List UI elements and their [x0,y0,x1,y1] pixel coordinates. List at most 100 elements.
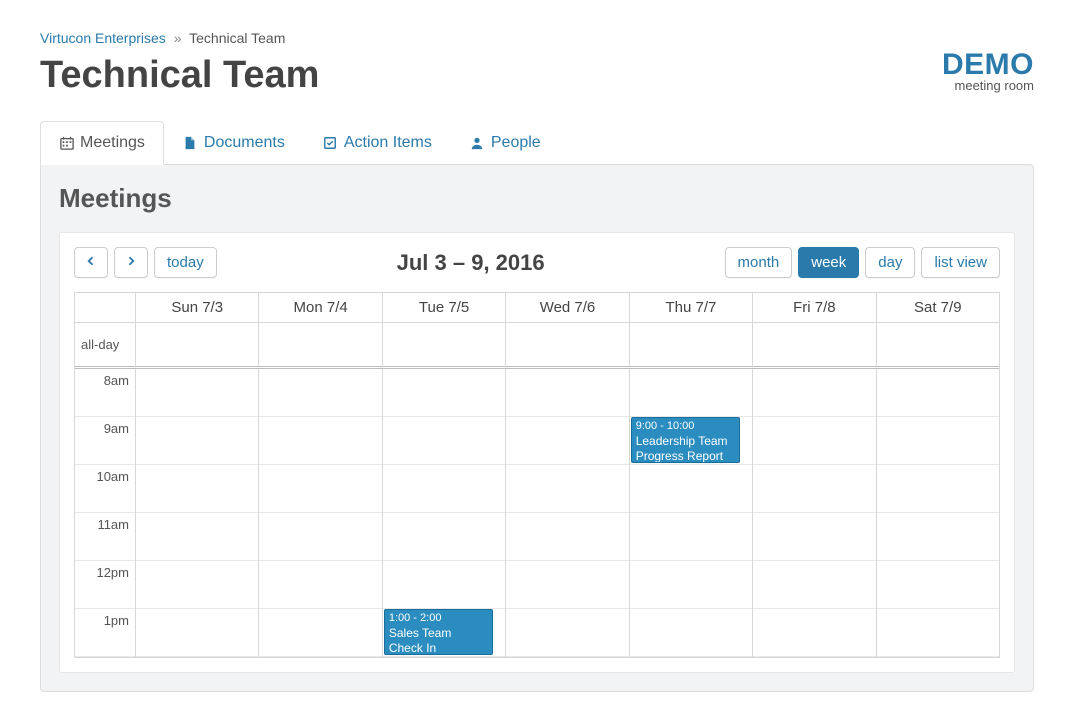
calendar: today Jul 3 – 9, 2016 month week day lis… [59,232,1015,673]
day-col-fri[interactable] [752,369,875,657]
file-icon [183,136,198,151]
time-slot-cell[interactable] [506,417,628,465]
tab-label: People [491,134,541,152]
time-slot-cell[interactable] [753,609,875,657]
day-col-wed[interactable] [505,369,628,657]
time-slot-cell[interactable] [259,609,381,657]
time-slot-cell[interactable] [630,465,752,513]
day-header: Fri 7/8 [752,293,875,323]
time-slot-cell[interactable] [506,465,628,513]
time-slot-cell[interactable] [877,465,999,513]
time-slot-cell[interactable] [506,369,628,417]
today-button[interactable]: today [154,247,217,278]
allday-cell[interactable] [629,323,752,369]
day-header: Mon 7/4 [258,293,381,323]
time-slot-cell[interactable] [259,561,381,609]
logo-text: DEMO [942,48,1034,82]
allday-cell[interactable] [135,323,258,369]
time-slot-cell[interactable] [506,513,628,561]
tab-bar: Meetings Documents Action Items People [40,121,1034,165]
time-slot-cell[interactable] [753,561,875,609]
allday-cell[interactable] [876,323,999,369]
checklist-icon [323,136,338,151]
time-label: 8am [75,369,135,417]
time-slot-cell[interactable] [877,561,999,609]
time-slot-cell[interactable] [383,561,505,609]
breadcrumb-root-link[interactable]: Virtucon Enterprises [40,30,166,46]
time-slot-cell[interactable] [136,561,258,609]
view-month-button[interactable]: month [725,247,793,278]
time-slot-cell[interactable] [259,465,381,513]
allday-cell[interactable] [752,323,875,369]
time-slot-cell[interactable] [136,609,258,657]
time-slot-cell[interactable] [506,609,628,657]
day-col-sat[interactable] [876,369,999,657]
day-header: Tue 7/5 [382,293,505,323]
view-list-button[interactable]: list view [921,247,1000,278]
tab-action-items[interactable]: Action Items [304,121,451,165]
tab-label: Meetings [80,134,145,152]
time-slot-cell[interactable] [259,417,381,465]
day-header: Sat 7/9 [876,293,999,323]
time-slot-cell[interactable] [383,513,505,561]
time-slot-cell[interactable] [877,417,999,465]
breadcrumb-current: Technical Team [189,30,285,46]
time-slot-cell[interactable] [136,369,258,417]
tab-meetings[interactable]: Meetings [40,121,164,165]
calendar-title: Jul 3 – 9, 2016 [397,250,545,276]
time-label: 9am [75,417,135,465]
view-switcher: month week day list view [725,247,1000,278]
time-slot-cell[interactable] [753,465,875,513]
view-day-button[interactable]: day [865,247,915,278]
calendar-event[interactable]: 1:00 - 2:00Sales Team Check In [384,609,493,655]
time-slot-cell[interactable] [630,561,752,609]
axis-corner [75,293,135,323]
chevron-left-icon [85,255,97,267]
allday-cell[interactable] [258,323,381,369]
calendar-event[interactable]: 9:00 - 10:00Leadership Team Progress Rep… [631,417,740,463]
time-slot-cell[interactable] [136,465,258,513]
time-slot-cell[interactable] [877,609,999,657]
next-button[interactable] [114,247,148,278]
day-col-tue[interactable]: 1:00 - 2:00Sales Team Check In [382,369,505,657]
allday-cell[interactable] [505,323,628,369]
time-slot-cell[interactable] [259,513,381,561]
day-col-thu[interactable]: 9:00 - 10:00Leadership Team Progress Rep… [629,369,752,657]
time-slot-cell[interactable] [136,513,258,561]
time-slot-cell[interactable] [259,369,381,417]
logo: DEMO meeting room [942,48,1034,93]
allday-cell[interactable] [382,323,505,369]
event-time: 1:00 - 2:00 [389,612,488,626]
time-slot-cell[interactable] [753,513,875,561]
breadcrumb-separator: » [174,30,182,46]
time-label: 10am [75,465,135,513]
panel: Meetings today Jul 3 – 9, 2016 month wee… [40,164,1034,692]
prev-button[interactable] [74,247,108,278]
time-slot-cell[interactable] [506,561,628,609]
chevron-right-icon [125,255,137,267]
time-slot-cell[interactable] [383,417,505,465]
time-slot-cell[interactable] [630,513,752,561]
view-week-button[interactable]: week [798,247,859,278]
time-slot-cell[interactable] [630,369,752,417]
time-slot-cell[interactable] [877,513,999,561]
logo-subtext: meeting room [942,78,1034,93]
day-col-mon[interactable] [258,369,381,657]
time-slot-cell[interactable] [753,417,875,465]
time-slot-cell[interactable] [753,369,875,417]
day-header: Sun 7/3 [135,293,258,323]
breadcrumb: Virtucon Enterprises » Technical Team [40,30,319,46]
tab-people[interactable]: People [451,121,560,165]
time-slot-cell[interactable] [136,417,258,465]
tab-documents[interactable]: Documents [164,121,304,165]
day-col-sun[interactable] [135,369,258,657]
day-header: Wed 7/6 [505,293,628,323]
time-label: 12pm [75,561,135,609]
time-slot-cell[interactable] [383,369,505,417]
time-slot-cell[interactable] [383,465,505,513]
time-slot-cell[interactable] [877,369,999,417]
time-slot-cell[interactable] [630,609,752,657]
calendar-grid: Sun 7/3 Mon 7/4 Tue 7/5 Wed 7/6 Thu 7/7 … [74,292,1000,658]
panel-title: Meetings [59,183,1015,214]
calendar-icon [59,136,74,151]
